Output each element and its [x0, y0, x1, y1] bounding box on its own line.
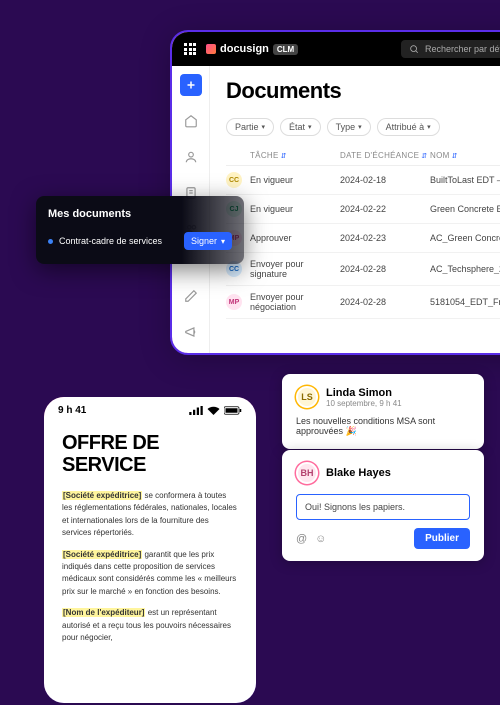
filter-type[interactable]: Type▾: [327, 118, 371, 136]
user-icon: [184, 150, 198, 164]
wifi-icon: [207, 406, 220, 415]
col-due[interactable]: DATE D'ÉCHÉANCE⇵: [340, 151, 430, 160]
table-row[interactable]: CC En vigueur2024-02-18BuiltToLast EDT – …: [226, 166, 500, 195]
brand-logo-icon: [206, 44, 216, 54]
chevron-down-icon: ▾: [221, 237, 225, 246]
commenter-name: Blake Hayes: [326, 467, 391, 479]
cell-name: AC_Techsphere_2022: [430, 264, 500, 274]
cell-date: 2024-02-23: [340, 233, 430, 243]
sidebar-home-button[interactable]: [180, 110, 202, 132]
commenter-name: Linda Simon: [326, 387, 402, 399]
cell-task: En vigueur: [250, 204, 340, 214]
sidebar-add-button[interactable]: [180, 74, 202, 96]
phone-time: 9 h 41: [58, 405, 86, 416]
my-documents-row[interactable]: Contrat-cadre de services Signer ▾: [48, 232, 232, 250]
avatar: CC: [226, 172, 242, 188]
col-task[interactable]: TÂCHE⇵: [250, 151, 340, 160]
my-documents-item: Contrat-cadre de services: [59, 236, 162, 246]
search-input[interactable]: Rechercher par détails tels que le nom, …: [401, 40, 500, 58]
reply-input[interactable]: Oui! Signons les papiers.: [296, 494, 470, 520]
col-name[interactable]: NOM⇵: [430, 151, 500, 160]
brand: docusign CLM: [206, 43, 298, 55]
avatar: MP: [226, 294, 242, 310]
highlight-sender[interactable]: [Nom de l'expéditeur]: [62, 608, 145, 617]
table-row[interactable]: CCEnvoyer pour signature2024-02-28AC_Tec…: [226, 253, 500, 286]
my-documents-title: Mes documents: [48, 208, 232, 220]
paragraph: [Société expéditrice] se conformera à to…: [62, 490, 238, 540]
emoji-icon[interactable]: ☺: [315, 533, 326, 545]
table-row[interactable]: MP Envoyer pour négociation2024-02-285181…: [226, 286, 500, 319]
signal-icon: [189, 406, 203, 415]
main-content: Documents Partie▾ État▾ Type▾ Attribué à…: [210, 66, 500, 353]
sort-icon: ⇵: [281, 152, 287, 160]
page-title: Documents: [226, 78, 500, 104]
status-dot-icon: [48, 239, 53, 244]
sign-button[interactable]: Signer ▾: [184, 232, 232, 250]
chevron-down-icon: ▾: [262, 123, 266, 131]
chevron-down-icon: ▾: [427, 123, 431, 131]
home-icon: [184, 114, 198, 128]
filter-party[interactable]: Partie▾: [226, 118, 274, 136]
apps-grid-icon[interactable]: [184, 43, 196, 55]
search-placeholder: Rechercher par détails tels que le nom, …: [425, 44, 500, 54]
phone-mock: 9 h 41 OFFRE DE SERVICE [Société expédit…: [42, 395, 258, 705]
cell-name: BuiltToLast EDT – Ord: [430, 175, 500, 185]
brand-name: docusign: [220, 43, 269, 55]
battery-icon: [224, 406, 242, 415]
highlight-company[interactable]: [Société expéditrice]: [62, 550, 142, 559]
cell-task: En vigueur: [250, 175, 340, 185]
document-heading: OFFRE DE SERVICE: [62, 432, 238, 476]
table-row[interactable]: CJEn vigueur2024-02-22Green Concrete EDT…: [226, 195, 500, 224]
clm-app-window: docusign CLM Rechercher par détails tels…: [170, 30, 500, 355]
megaphone-icon: [184, 325, 198, 339]
avatar: BH: [296, 462, 318, 484]
cell-task: Approuver: [250, 233, 340, 243]
paragraph: [Nom de l'expéditeur] est un représentan…: [62, 607, 238, 644]
cell-task: Envoyer pour signature: [250, 259, 340, 279]
document-body: OFFRE DE SERVICE [Société expéditrice] s…: [44, 424, 256, 661]
reply-card: BH Blake Hayes Oui! Signons les papiers.…: [282, 450, 484, 561]
mention-icon[interactable]: @: [296, 533, 307, 545]
cell-task: Envoyer pour négociation: [250, 292, 340, 312]
sidebar-user-button[interactable]: [180, 146, 202, 168]
cell-date: 2024-02-28: [340, 297, 430, 307]
paragraph: [Société expéditrice] garantit que les p…: [62, 549, 238, 599]
cell-date: 2024-02-18: [340, 175, 430, 185]
my-documents-panel: Mes documents Contrat-cadre de services …: [36, 196, 244, 264]
phone-statusbar: 9 h 41: [44, 397, 256, 424]
pencil-icon: [184, 289, 198, 303]
cell-date: 2024-02-22: [340, 204, 430, 214]
highlight-company[interactable]: [Société expéditrice]: [62, 491, 142, 500]
filter-bar: Partie▾ État▾ Type▾ Attribué à▾ Filtres: [226, 118, 500, 136]
documents-table: TÂCHE⇵ DATE D'ÉCHÉANCE⇵ NOM⇵ CC En vigueu…: [226, 146, 500, 319]
filter-assigned[interactable]: Attribué à▾: [377, 118, 440, 136]
plus-icon: [185, 79, 197, 91]
cell-name: Green Concrete EDT 2: [430, 204, 500, 214]
table-row[interactable]: MPApprouver2024-02-23AC_Green Concrete: [226, 224, 500, 253]
chevron-down-icon: ▾: [308, 123, 312, 131]
cell-name: AC_Green Concrete: [430, 233, 500, 243]
publish-button[interactable]: Publier: [414, 528, 470, 549]
cell-date: 2024-02-28: [340, 264, 430, 274]
cell-name: 5181054_EDT_Fresh: [430, 297, 500, 307]
comment-card: LS Linda Simon 10 septembre, 9 h 41 Les …: [282, 374, 484, 449]
sidebar-edit-button[interactable]: [180, 285, 202, 307]
sort-icon: ⇵: [421, 152, 427, 160]
filter-state[interactable]: État▾: [280, 118, 321, 136]
comment-time: 10 septembre, 9 h 41: [326, 399, 402, 408]
table-header: TÂCHE⇵ DATE D'ÉCHÉANCE⇵ NOM⇵: [226, 146, 500, 166]
product-badge: CLM: [273, 44, 298, 55]
sort-icon: ⇵: [452, 152, 458, 160]
comment-message: Les nouvelles conditions MSA sont approu…: [296, 416, 470, 437]
chevron-down-icon: ▾: [358, 123, 362, 131]
sidebar-notify-button[interactable]: [180, 321, 202, 343]
search-icon: [409, 44, 419, 54]
avatar: LS: [296, 386, 318, 408]
topbar: docusign CLM Rechercher par détails tels…: [172, 32, 500, 66]
